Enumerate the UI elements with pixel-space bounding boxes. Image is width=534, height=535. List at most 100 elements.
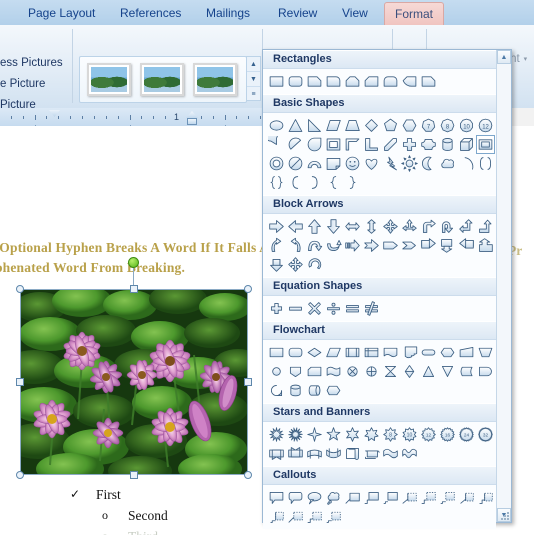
no-symbol-icon[interactable] xyxy=(286,154,305,173)
minus-sign-icon[interactable] xyxy=(286,299,305,318)
up-arrow-icon[interactable] xyxy=(305,217,324,236)
resize-handle-top-right[interactable] xyxy=(244,285,252,293)
gallery-scroll-up-icon[interactable]: ▲ xyxy=(247,57,260,72)
u-turn-arrow-icon[interactable] xyxy=(438,217,457,236)
down-ribbon-icon[interactable] xyxy=(286,444,305,463)
wave-icon[interactable] xyxy=(381,444,400,463)
flowchart-sort-icon[interactable] xyxy=(400,362,419,381)
flowchart-or-icon[interactable] xyxy=(362,362,381,381)
bevel-icon[interactable] xyxy=(476,135,495,154)
diagonal-stripe-icon[interactable] xyxy=(381,135,400,154)
line-callout-3-icon[interactable] xyxy=(381,488,400,507)
star-16-point-icon[interactable]: 16 xyxy=(438,425,457,444)
resize-handle-middle-right[interactable] xyxy=(244,378,252,386)
flowchart-sequential-access-icon[interactable] xyxy=(267,381,286,400)
snip-diagonal-corner-rectangle-icon[interactable] xyxy=(362,72,381,91)
list-item[interactable]: ✓ First xyxy=(0,487,300,508)
resize-handle-bottom-right[interactable] xyxy=(244,471,252,479)
star-4-point-icon[interactable] xyxy=(305,425,324,444)
flowchart-terminator-icon[interactable] xyxy=(419,343,438,362)
resize-grip-icon[interactable] xyxy=(501,512,510,521)
tab-review[interactable]: Review xyxy=(268,2,327,25)
rounded-rectangular-callout-icon[interactable] xyxy=(286,488,305,507)
flowchart-preparation-icon[interactable] xyxy=(438,343,457,362)
line-callout-1-border-accent-icon[interactable] xyxy=(400,488,419,507)
cube-icon[interactable] xyxy=(457,135,476,154)
left-arrow-icon[interactable] xyxy=(286,217,305,236)
flowchart-direct-access-icon[interactable] xyxy=(305,381,324,400)
flowchart-display-icon[interactable] xyxy=(324,381,343,400)
hexagon-icon[interactable] xyxy=(400,116,419,135)
teardrop-icon[interactable] xyxy=(305,135,324,154)
pentagon-icon[interactable] xyxy=(381,116,400,135)
flowchart-magnetic-disk-icon[interactable] xyxy=(286,381,305,400)
flowchart-predefined-process-icon[interactable] xyxy=(343,343,362,362)
line-callout-2-no-border-icon[interactable] xyxy=(305,507,324,526)
vertical-scroll-icon[interactable] xyxy=(343,444,362,463)
right-brace-icon[interactable] xyxy=(343,173,362,192)
rounded-rectangle-icon[interactable] xyxy=(286,72,305,91)
star-10-point-icon[interactable]: 10 xyxy=(400,425,419,444)
down-arrow-icon[interactable] xyxy=(324,217,343,236)
double-wave-icon[interactable] xyxy=(400,444,419,463)
donut-icon[interactable] xyxy=(267,154,286,173)
flowchart-offpage-connector-icon[interactable] xyxy=(286,362,305,381)
flowchart-stored-data-icon[interactable] xyxy=(457,362,476,381)
star-6-point-icon[interactable] xyxy=(343,425,362,444)
scrollbar-track[interactable] xyxy=(497,64,511,508)
curved-up-arrow-icon[interactable] xyxy=(305,236,324,255)
double-brace-icon[interactable] xyxy=(267,173,286,192)
flowchart-document-icon[interactable] xyxy=(381,343,400,362)
flowchart-card-icon[interactable] xyxy=(305,362,324,381)
left-right-arrow-icon[interactable] xyxy=(343,217,362,236)
gallery-more-icon[interactable]: ≡ xyxy=(247,87,260,101)
flowchart-manual-input-icon[interactable] xyxy=(457,343,476,362)
flowchart-connector-icon[interactable] xyxy=(267,362,286,381)
double-bracket-icon[interactable] xyxy=(476,154,495,173)
block-arc-icon[interactable] xyxy=(305,154,324,173)
star-12-point-icon[interactable]: 12 xyxy=(419,425,438,444)
bulleted-list[interactable]: ✓ First o Second o Third xyxy=(0,487,300,535)
up-down-arrow-icon[interactable] xyxy=(362,217,381,236)
rotation-handle[interactable] xyxy=(128,257,139,268)
star-5-point-icon[interactable] xyxy=(324,425,343,444)
right-bracket-icon[interactable] xyxy=(305,173,324,192)
bent-arrow-icon[interactable] xyxy=(419,217,438,236)
cross-icon[interactable] xyxy=(400,135,419,154)
up-arrow-callout-icon[interactable] xyxy=(476,236,495,255)
line-callout-3-no-border-icon[interactable] xyxy=(324,507,343,526)
flowchart-alternate-process-icon[interactable] xyxy=(286,343,305,362)
resize-handle-top-center[interactable] xyxy=(130,285,138,293)
line-callout-2-icon[interactable] xyxy=(362,488,381,507)
chord-icon[interactable] xyxy=(286,135,305,154)
star-8-point-icon[interactable]: 8 xyxy=(381,425,400,444)
chevron-arrow-icon[interactable] xyxy=(400,236,419,255)
explosion-1-icon[interactable] xyxy=(267,425,286,444)
dropdown-scrollbar[interactable]: ▲ ▼ xyxy=(496,50,511,522)
left-arrow-callout-icon[interactable] xyxy=(457,236,476,255)
resize-handle-bottom-center[interactable] xyxy=(130,471,138,479)
oval-callout-icon[interactable] xyxy=(305,488,324,507)
explosion-2-icon[interactable] xyxy=(286,425,305,444)
can-icon[interactable] xyxy=(438,135,457,154)
pentagon-arrow-icon[interactable] xyxy=(381,236,400,255)
round-same-side-corner-rectangle-icon[interactable] xyxy=(381,72,400,91)
compress-pictures-button[interactable]: ess Pictures xyxy=(0,53,72,74)
star-7-point-icon[interactable] xyxy=(362,425,381,444)
flowchart-punched-tape-icon[interactable] xyxy=(324,362,343,381)
right-arrow-callout-icon[interactable] xyxy=(419,236,438,255)
heptagon-icon[interactable]: 7 xyxy=(419,116,438,135)
picture-style-thumbnail[interactable] xyxy=(87,63,131,96)
four-way-arrow-icon[interactable] xyxy=(381,217,400,236)
line-callout-2-border-accent-icon[interactable] xyxy=(419,488,438,507)
star-32-point-icon[interactable]: 32 xyxy=(476,425,495,444)
equal-sign-icon[interactable] xyxy=(343,299,362,318)
division-sign-icon[interactable] xyxy=(324,299,343,318)
resize-handle-middle-left[interactable] xyxy=(16,378,24,386)
dodecagon-icon[interactable]: 12 xyxy=(476,116,495,135)
resize-handle-bottom-left[interactable] xyxy=(16,471,24,479)
up-ribbon-arrow-icon[interactable] xyxy=(267,255,286,274)
arc-icon[interactable] xyxy=(457,154,476,173)
line-callout-1-accent-icon[interactable] xyxy=(457,488,476,507)
scroll-up-icon[interactable]: ▲ xyxy=(497,50,511,64)
